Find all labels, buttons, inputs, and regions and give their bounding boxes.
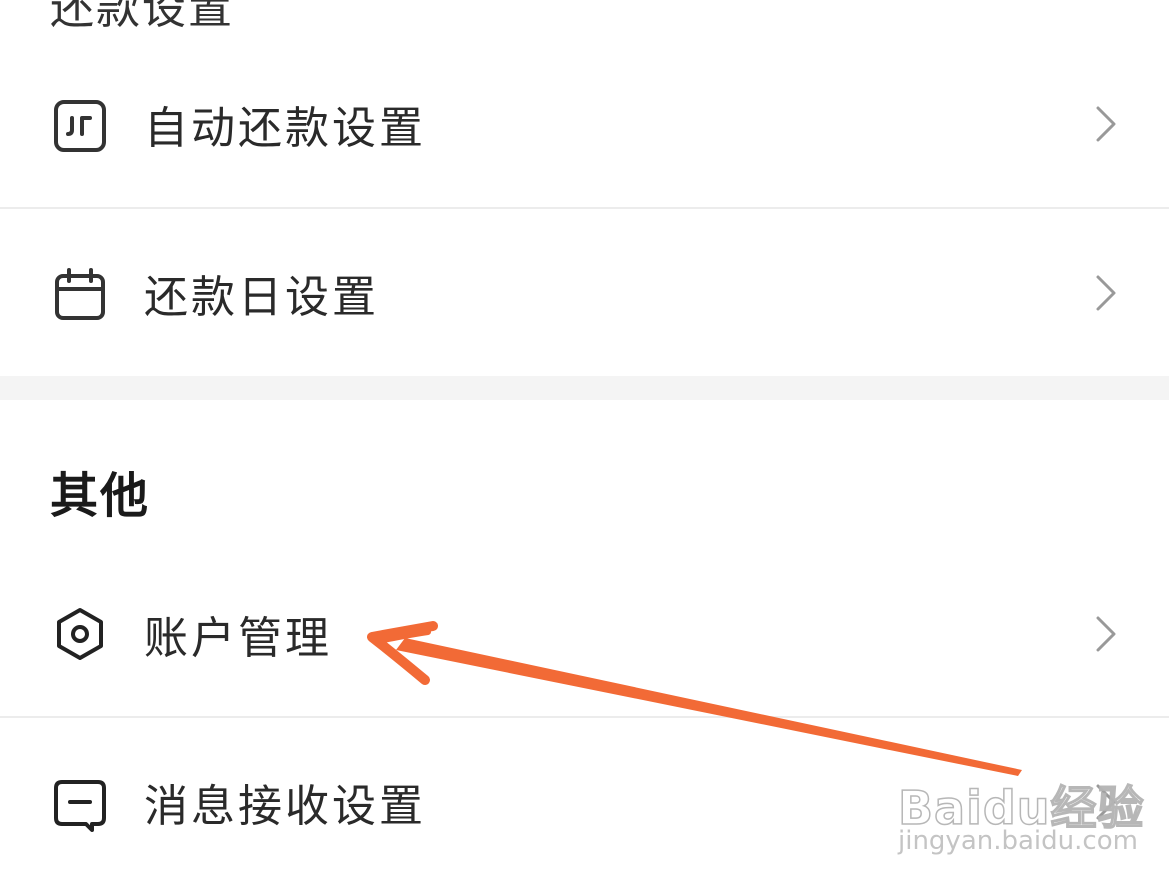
account-management-row[interactable]: 账户管理 [0, 550, 1169, 718]
repay-day-settings-label: 还款日设置 [144, 272, 379, 323]
repay-day-settings-row[interactable]: 还款日设置 [0, 209, 1169, 377]
calendar-icon [55, 268, 105, 320]
hexagon-settings-icon [57, 608, 103, 660]
chevron-right-icon [1096, 616, 1116, 652]
auto-repay-settings-row[interactable]: 自动还款设置 [0, 40, 1169, 208]
auto-repay-settings-label: 自动还款设置 [144, 103, 426, 154]
auto-repay-icon [54, 100, 106, 152]
chevron-right-icon [1096, 275, 1116, 311]
chevron-right-icon [1096, 106, 1116, 142]
section-title-repayment: 还款设置 [50, 0, 234, 34]
message-settings-label: 消息接收设置 [144, 781, 426, 832]
account-management-label: 账户管理 [144, 613, 332, 664]
watermark-url: jingyan.baidu.com [898, 826, 1138, 856]
message-icon [54, 780, 106, 832]
section-gap [0, 376, 1169, 400]
section-title-other: 其他 [50, 468, 151, 524]
